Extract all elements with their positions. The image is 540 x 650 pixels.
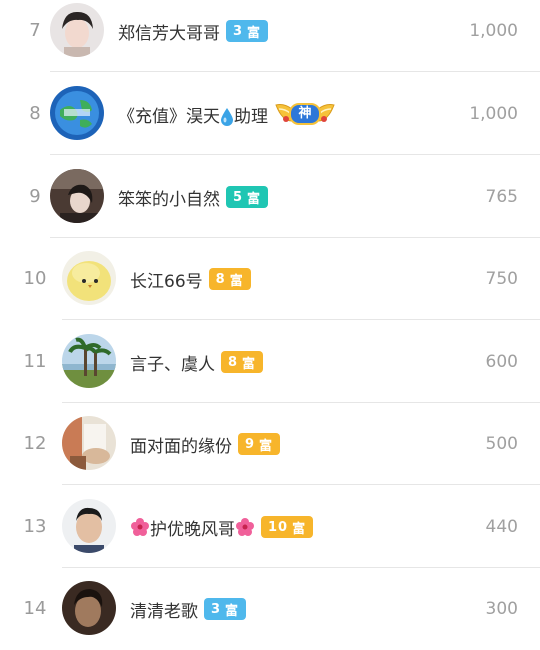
user-name-group: 护优晚风哥 10 富 (130, 486, 314, 568)
user-name: 笨笨的小自然 (118, 189, 220, 210)
wealth-label: 富 (292, 521, 307, 537)
user-name-group: 郑信芳大哥哥 3富 (118, 0, 269, 72)
wealth-level-badge: 9富 (238, 433, 281, 455)
rank-number: 14 (23, 598, 47, 619)
ranking-list: 7 郑信芳大哥哥 3富 1,000 8 《充值》淏天 助理 神 1,000 9 … (0, 0, 540, 635)
wealth-level-badge: 5富 (226, 186, 269, 208)
user-name-group: 面对面的缘份 9富 (130, 403, 281, 485)
user-avatar-chick-icon (62, 251, 116, 305)
wealth-level: 9 (245, 436, 256, 452)
user-name-group: 长江66号 8富 (130, 238, 251, 320)
wealth-level: 3 (211, 601, 222, 617)
god-badge: 神 (274, 99, 336, 129)
wealth-label: 富 (242, 356, 257, 372)
user-name: 《充值》淏天 助理 (118, 102, 268, 127)
user-name-group: 《充值》淏天 助理 神 (118, 73, 336, 155)
user-avatar-globe-icon (50, 86, 104, 140)
user-name: 面对面的缘份 (130, 436, 232, 457)
user-name: 长江66号 (130, 271, 203, 292)
wealth-label: 富 (247, 25, 262, 41)
user-name-group: 清清老歌 3富 (130, 568, 247, 650)
user-avatar[interactable] (62, 416, 116, 470)
user-name-group: 笨笨的小自然 5富 (118, 156, 269, 238)
hibiscus-icon (236, 518, 254, 536)
user-name-group: 言子、虞人 8富 (130, 321, 264, 403)
row-divider (62, 319, 540, 320)
rank-number: 13 (23, 516, 47, 537)
wealth-level-badge: 8富 (221, 351, 264, 373)
wealth-level-badge: 8富 (208, 268, 251, 290)
ranking-row[interactable]: 14 清清老歌 3富 300 (0, 568, 540, 650)
score-value: 600 (485, 352, 518, 372)
wealth-level: 3 (233, 23, 244, 39)
wealth-level-badge: 3富 (226, 20, 269, 42)
score-value: 1,000 (469, 21, 518, 41)
rank-number: 11 (23, 351, 47, 372)
row-divider (50, 71, 540, 72)
user-name: 言子、虞人 (130, 354, 215, 375)
wealth-level: 10 (268, 519, 289, 535)
user-name-text: 护优晚风哥 (150, 519, 235, 540)
user-avatar[interactable] (62, 334, 116, 388)
wealth-label: 富 (247, 191, 262, 207)
user-avatar-woman-icon (50, 3, 104, 57)
wealth-level-badge: 10 富 (261, 516, 314, 538)
score-value: 750 (485, 269, 518, 289)
ranking-row[interactable]: 13 护优晚风哥 10 富 440 (0, 486, 540, 568)
user-name: 郑信芳大哥哥 (118, 23, 220, 44)
user-avatar[interactable] (50, 169, 104, 223)
ranking-row[interactable]: 10 长江66号 8富 750 (0, 238, 540, 320)
wealth-level: 8 (228, 354, 239, 370)
ranking-row[interactable]: 7 郑信芳大哥哥 3富 1,000 (0, 0, 540, 72)
wealth-level-badge: 3富 (204, 598, 247, 620)
user-avatar[interactable] (62, 251, 116, 305)
wealth-label: 富 (225, 603, 240, 619)
ranking-row[interactable]: 8 《充值》淏天 助理 神 1,000 (0, 73, 540, 155)
user-avatar[interactable] (62, 581, 116, 635)
wealth-label: 富 (259, 438, 274, 454)
row-divider (62, 484, 540, 485)
user-avatar-man-icon (62, 499, 116, 553)
score-value: 500 (485, 434, 518, 454)
score-value: 440 (485, 517, 518, 537)
user-avatar[interactable] (50, 3, 104, 57)
ranking-row[interactable]: 11 言子、虞人 8富 600 (0, 321, 540, 403)
score-value: 765 (485, 187, 518, 207)
rank-number: 12 (23, 433, 47, 454)
water-drop-icon (221, 107, 233, 126)
user-avatar[interactable] (62, 499, 116, 553)
user-name-part: 《充值》淏天 (118, 106, 220, 127)
wealth-level: 5 (233, 189, 244, 205)
ranking-row[interactable]: 9 笨笨的小自然 5富 765 (0, 156, 540, 238)
user-avatar-dark-icon (62, 581, 116, 635)
wealth-label: 富 (229, 273, 244, 289)
user-name: 清清老歌 (130, 601, 198, 622)
user-avatar-palm-trees-icon (62, 334, 116, 388)
score-value: 300 (485, 599, 518, 619)
user-name-part: 助理 (234, 106, 268, 127)
score-value: 1,000 (469, 104, 518, 124)
rank-number: 10 (23, 268, 47, 289)
god-badge-label: 神 (298, 106, 312, 121)
user-avatar-person-icon (50, 169, 104, 223)
user-name: 护优晚风哥 (130, 515, 255, 540)
row-divider (50, 154, 540, 155)
hibiscus-icon (131, 518, 149, 536)
user-avatar[interactable] (50, 86, 104, 140)
user-avatar-room-icon (62, 416, 116, 470)
ranking-row[interactable]: 12 面对面的缘份 9富 500 (0, 403, 540, 485)
wealth-level: 8 (215, 271, 226, 287)
